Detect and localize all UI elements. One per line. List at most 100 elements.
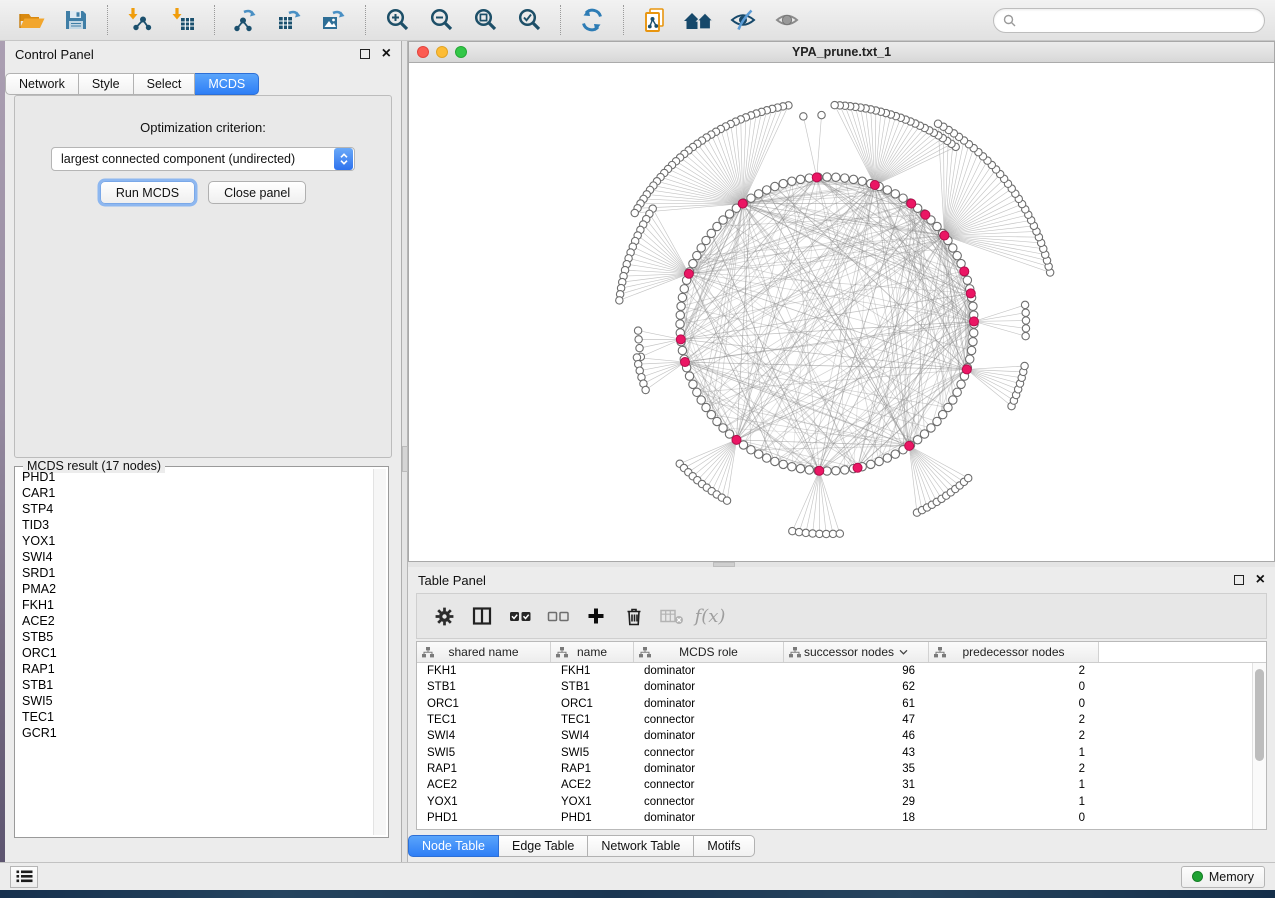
- zoom-out-button[interactable]: [423, 4, 459, 36]
- table-cell[interactable]: 2: [929, 665, 1099, 677]
- table-cell[interactable]: connector: [634, 796, 784, 808]
- table-cell[interactable]: 29: [784, 796, 929, 808]
- table-row[interactable]: TEC1TEC1connector472: [417, 712, 1252, 728]
- table-row[interactable]: ORC1ORC1dominator610: [417, 696, 1252, 712]
- clone-network-button[interactable]: [637, 4, 673, 36]
- column-header-mcds-role[interactable]: MCDS role: [634, 642, 784, 662]
- table-cell[interactable]: 47: [784, 714, 929, 726]
- import-network-button[interactable]: [121, 4, 157, 36]
- mcds-result-item[interactable]: TEC1: [17, 709, 372, 725]
- float-panel-icon[interactable]: [1234, 575, 1244, 585]
- show-columns-button[interactable]: [467, 599, 497, 633]
- tab-select[interactable]: Select: [134, 73, 196, 95]
- network-graph[interactable]: [409, 63, 1274, 561]
- close-panel-icon[interactable]: ×: [1256, 575, 1265, 585]
- table-cell[interactable]: ORC1: [417, 698, 551, 710]
- table-cell[interactable]: ACE2: [417, 779, 551, 791]
- table-cell[interactable]: FKH1: [551, 665, 634, 677]
- deselect-all-button[interactable]: [543, 599, 573, 633]
- table-row[interactable]: SWI4SWI4dominator462: [417, 728, 1252, 744]
- table-cell[interactable]: 18: [784, 812, 929, 824]
- tab-mcds[interactable]: MCDS: [195, 73, 259, 95]
- table-cell[interactable]: YOX1: [551, 796, 634, 808]
- mcds-result-item[interactable]: GCR1: [17, 725, 372, 741]
- table-cell[interactable]: 31: [784, 779, 929, 791]
- table-cell[interactable]: SWI4: [417, 730, 551, 742]
- mcds-result-item[interactable]: PHD1: [17, 469, 372, 485]
- tab-node-table[interactable]: Node Table: [408, 835, 499, 857]
- mcds-result-item[interactable]: ORC1: [17, 645, 372, 661]
- show-networks-overview-button[interactable]: [681, 4, 717, 36]
- apply-layout-button[interactable]: [574, 4, 610, 36]
- mcds-result-item[interactable]: RAP1: [17, 661, 372, 677]
- table-cell[interactable]: dominator: [634, 698, 784, 710]
- table-cell[interactable]: connector: [634, 747, 784, 759]
- column-header-predecessor-nodes[interactable]: predecessor nodes: [929, 642, 1099, 662]
- tab-style[interactable]: Style: [79, 73, 134, 95]
- table-row[interactable]: PHD1PHD1dominator180: [417, 810, 1252, 826]
- add-column-button[interactable]: [581, 599, 611, 633]
- table-settings-button[interactable]: [429, 599, 459, 633]
- mcds-result-item[interactable]: PMA2: [17, 581, 372, 597]
- column-header-successor-nodes[interactable]: successor nodes: [784, 642, 929, 662]
- table-cell[interactable]: dominator: [634, 763, 784, 775]
- table-cell[interactable]: connector: [634, 779, 784, 791]
- save-session-button[interactable]: [58, 4, 94, 36]
- mcds-result-item[interactable]: FKH1: [17, 597, 372, 613]
- run-mcds-button[interactable]: Run MCDS: [100, 181, 195, 204]
- table-cell[interactable]: TEC1: [417, 714, 551, 726]
- table-cell[interactable]: 1: [929, 779, 1099, 791]
- table-cell[interactable]: STB1: [417, 681, 551, 693]
- select-all-button[interactable]: [505, 599, 535, 633]
- close-panel-icon[interactable]: ×: [382, 49, 391, 59]
- optimization-criterion-select[interactable]: largest connected component (undirected): [51, 147, 355, 171]
- mcds-result-item[interactable]: CAR1: [17, 485, 372, 501]
- table-scrollbar[interactable]: [1252, 663, 1266, 829]
- table-cell[interactable]: SWI4: [551, 730, 634, 742]
- show-log-button[interactable]: [10, 866, 38, 888]
- float-panel-icon[interactable]: [360, 49, 370, 59]
- table-cell[interactable]: 43: [784, 747, 929, 759]
- mcds-list-scrollbar[interactable]: [373, 469, 386, 835]
- table-cell[interactable]: 46: [784, 730, 929, 742]
- table-cell[interactable]: dominator: [634, 665, 784, 677]
- tab-edge-table[interactable]: Edge Table: [499, 835, 588, 857]
- table-cell[interactable]: 1: [929, 747, 1099, 759]
- table-cell[interactable]: 2: [929, 763, 1099, 775]
- table-cell[interactable]: PHD1: [417, 812, 551, 824]
- table-row[interactable]: ACE2ACE2connector311: [417, 777, 1252, 793]
- table-cell[interactable]: 0: [929, 812, 1099, 824]
- mcds-result-item[interactable]: SWI5: [17, 693, 372, 709]
- mcds-result-item[interactable]: STP4: [17, 501, 372, 517]
- table-cell[interactable]: RAP1: [417, 763, 551, 775]
- column-header-name[interactable]: name: [551, 642, 634, 662]
- network-canvas[interactable]: [409, 63, 1274, 561]
- table-cell[interactable]: 2: [929, 714, 1099, 726]
- export-network-button[interactable]: [228, 4, 264, 36]
- table-cell[interactable]: 0: [929, 698, 1099, 710]
- mcds-result-item[interactable]: TID3: [17, 517, 372, 533]
- table-cell[interactable]: connector: [634, 714, 784, 726]
- export-image-button[interactable]: [316, 4, 352, 36]
- mcds-result-item[interactable]: SWI4: [17, 549, 372, 565]
- mcds-result-item[interactable]: STB1: [17, 677, 372, 693]
- table-cell[interactable]: PHD1: [551, 812, 634, 824]
- table-scrollbar-thumb[interactable]: [1255, 669, 1264, 761]
- table-cell[interactable]: 96: [784, 665, 929, 677]
- function-builder-button[interactable]: f(x): [695, 599, 725, 633]
- memory-button[interactable]: Memory: [1181, 866, 1265, 888]
- table-cell[interactable]: ACE2: [551, 779, 634, 791]
- table-cell[interactable]: ORC1: [551, 698, 634, 710]
- table-cell[interactable]: SWI5: [417, 747, 551, 759]
- tab-motifs[interactable]: Motifs: [694, 835, 754, 857]
- delete-table-button[interactable]: [657, 599, 687, 633]
- open-file-button[interactable]: [14, 4, 50, 36]
- tab-network-table[interactable]: Network Table: [588, 835, 694, 857]
- table-cell[interactable]: 35: [784, 763, 929, 775]
- import-table-button[interactable]: [165, 4, 201, 36]
- mcds-result-item[interactable]: ACE2: [17, 613, 372, 629]
- table-row[interactable]: RAP1RAP1dominator352: [417, 761, 1252, 777]
- hide-selected-button[interactable]: [725, 4, 761, 36]
- mcds-result-item[interactable]: STB5: [17, 629, 372, 645]
- table-cell[interactable]: RAP1: [551, 763, 634, 775]
